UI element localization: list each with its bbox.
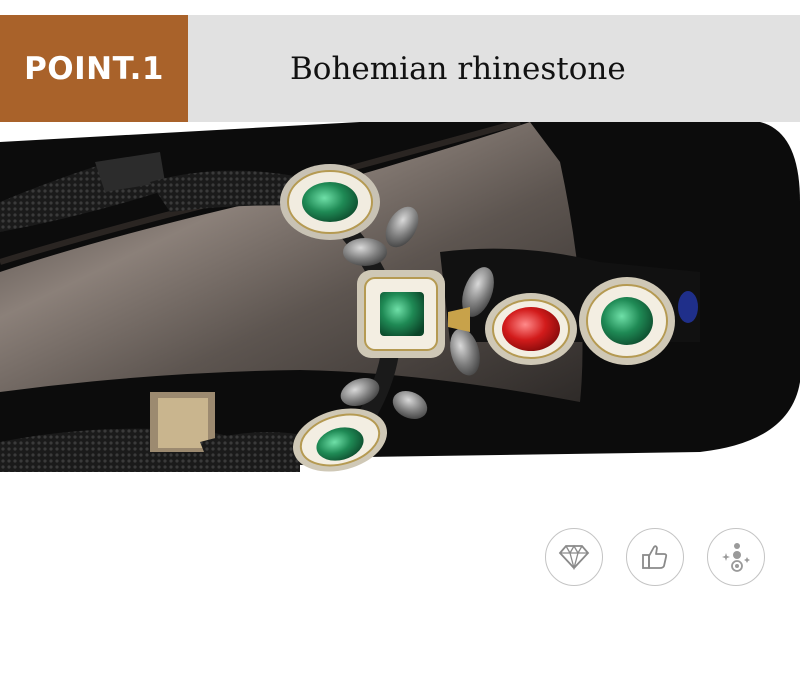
point-tag: POINT.1 [0, 15, 188, 122]
thumbs-up-icon [626, 528, 684, 586]
sparkle-gems-icon [707, 528, 765, 586]
feature-title: Bohemian rhinestone [290, 50, 626, 87]
sandal-product-image [0, 122, 800, 522]
diamond-icon [545, 528, 603, 586]
feature-banner: POINT.1 Bohemian rhinestone [0, 15, 800, 122]
